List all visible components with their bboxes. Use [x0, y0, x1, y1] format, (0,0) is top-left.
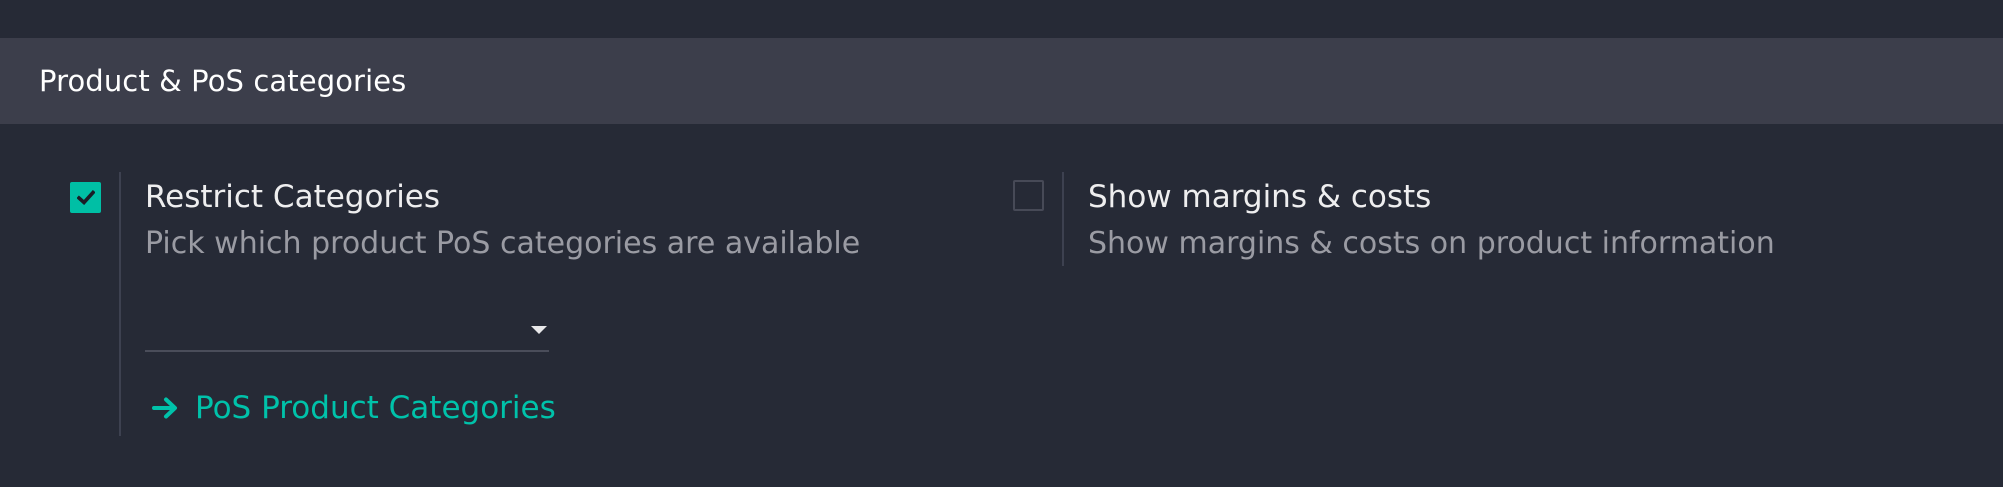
- pos-categories-select[interactable]: [145, 302, 549, 352]
- section-title: Product & PoS categories: [39, 64, 407, 98]
- setting-title: Show margins & costs: [1088, 179, 1432, 215]
- setting-content: Restrict Categories Pick which product P…: [145, 172, 860, 266]
- setting-content: Show margins & costs Show margins & cost…: [1088, 172, 1775, 266]
- setting-title: Restrict Categories: [145, 179, 441, 215]
- show-margins-checkbox[interactable]: [1013, 180, 1044, 211]
- section-header: Product & PoS categories: [0, 38, 2003, 124]
- setting-divider: [119, 172, 121, 436]
- setting-description: Show margins & costs on product informat…: [1088, 226, 1775, 261]
- arrow-right-icon: [152, 397, 177, 419]
- link-label[interactable]: PoS Product Categories: [195, 390, 556, 426]
- pos-product-categories-link[interactable]: PoS Product Categories: [152, 390, 556, 426]
- setting-divider: [1062, 172, 1064, 266]
- restrict-categories-checkbox[interactable]: [70, 182, 101, 213]
- caret-down-icon[interactable]: [531, 326, 547, 334]
- setting-description: Pick which product PoS categories are av…: [145, 226, 861, 261]
- check-icon: [77, 190, 95, 205]
